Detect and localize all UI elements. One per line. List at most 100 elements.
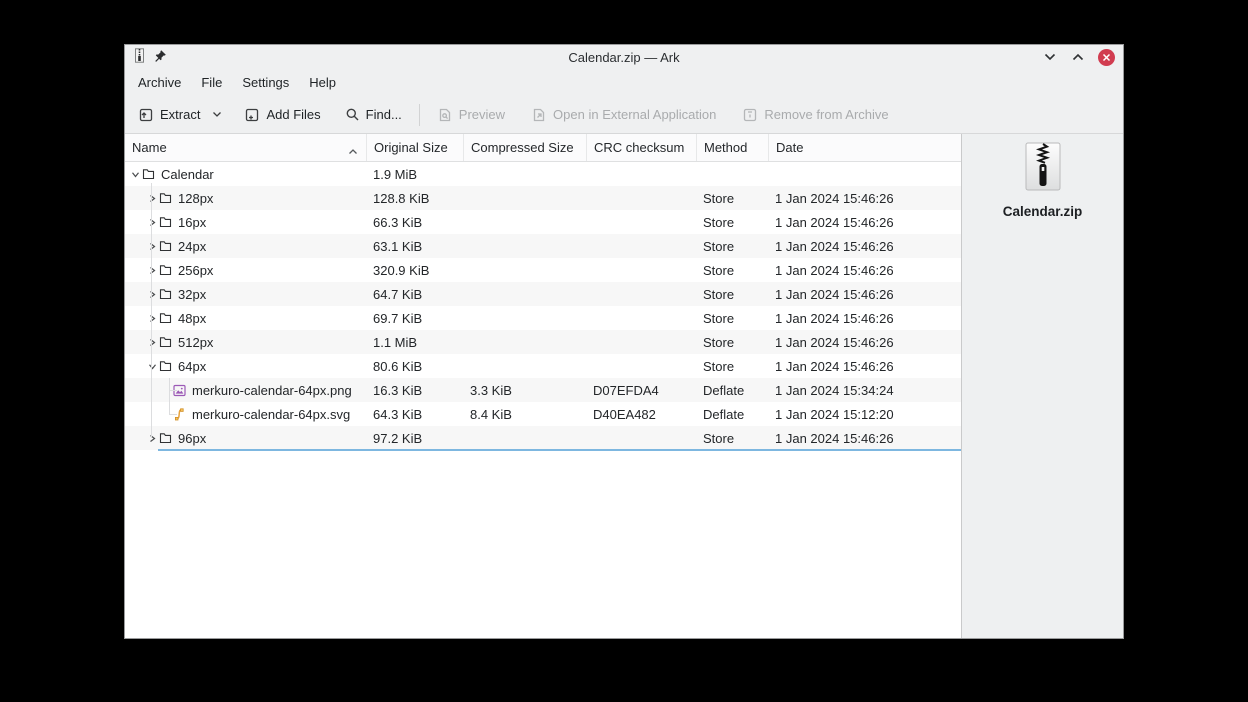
folder-icon	[159, 336, 172, 349]
collapse-chevron-icon[interactable]	[146, 360, 159, 373]
column-header-date[interactable]: Date	[768, 134, 961, 161]
menu-bar: Archive File Settings Help	[125, 69, 1123, 96]
extract-dropdown-chevron[interactable]	[212, 111, 222, 118]
folder-icon	[159, 216, 172, 229]
menu-item-archive[interactable]: Archive	[128, 72, 191, 93]
expand-chevron-icon[interactable]	[146, 240, 159, 253]
table-row[interactable]: Calendar 1.9 MiB	[125, 162, 961, 186]
cell-method: Deflate	[703, 382, 745, 398]
add-files-button[interactable]: Add Files	[237, 102, 327, 128]
menu-item-file[interactable]: File	[191, 72, 232, 93]
extract-icon	[138, 107, 154, 123]
cell-method: Store	[703, 334, 735, 350]
expand-chevron-icon[interactable]	[146, 192, 159, 205]
table-row[interactable]: 32px 64.7 KiB Store 1 Jan 2024 15:46:26	[125, 282, 961, 306]
cell-date: 1 Jan 2024 15:34:24	[775, 382, 894, 398]
table-row[interactable]: 24px 63.1 KiB Store 1 Jan 2024 15:46:26	[125, 234, 961, 258]
cell-method: Store	[703, 286, 735, 302]
table-row[interactable]: 96px 97.2 KiB Store 1 Jan 2024 15:46:26	[125, 426, 961, 451]
search-icon	[345, 107, 360, 122]
cell-date: 1 Jan 2024 15:46:26	[775, 430, 894, 446]
table-body: Calendar 1.9 MiB 128px 128.8 KiB Store 1 Jan …	[125, 162, 961, 451]
expand-chevron-icon[interactable]	[146, 336, 159, 349]
entry-name: 64px	[178, 358, 207, 374]
entry-name: 16px	[178, 214, 207, 230]
add-files-icon	[244, 107, 260, 123]
cell-original-size: 64.3 KiB	[373, 406, 423, 422]
find-button[interactable]: Find...	[338, 102, 409, 127]
toolbar: Extract Add Files Find... Preview Open i…	[125, 96, 1123, 133]
cell-crc-checksum: D40EA482	[593, 406, 656, 422]
name-cell: 64px	[125, 359, 366, 374]
cell-original-size: 320.9 KiB	[373, 262, 430, 278]
cell-method: Deflate	[703, 406, 745, 422]
entry-name: 32px	[178, 286, 207, 302]
sort-ascending-icon	[348, 143, 358, 158]
cell-date: 1 Jan 2024 15:12:20	[775, 406, 894, 422]
cell-method: Store	[703, 214, 735, 230]
table-header: Name Original Size Compressed Size CRC c…	[125, 134, 961, 162]
column-header-compressed-size[interactable]: Compressed Size	[463, 134, 586, 161]
name-cell: 48px	[125, 311, 366, 326]
expand-chevron-icon[interactable]	[146, 312, 159, 325]
zip-archive-icon	[1020, 142, 1066, 195]
table-row[interactable]: 16px 66.3 KiB Store 1 Jan 2024 15:46:26	[125, 210, 961, 234]
extract-button[interactable]: Extract	[131, 102, 229, 128]
cell-original-size: 66.3 KiB	[373, 214, 423, 230]
column-header-original-size[interactable]: Original Size	[366, 134, 463, 161]
cell-original-size: 16.3 KiB	[373, 382, 423, 398]
cell-method: Store	[703, 358, 735, 374]
cell-date: 1 Jan 2024 15:46:26	[775, 190, 894, 206]
cell-original-size: 69.7 KiB	[373, 310, 423, 326]
folder-icon	[159, 312, 172, 325]
menu-item-help[interactable]: Help	[299, 72, 346, 93]
tree-guide-root	[151, 183, 152, 438]
name-cell: 96px	[125, 431, 366, 446]
entry-name: 96px	[178, 430, 207, 446]
remove-from-archive-icon	[742, 107, 758, 123]
cell-original-size: 1.9 MiB	[373, 166, 418, 182]
ark-window: Calendar.zip — Ark Archive File Settings…	[124, 44, 1124, 639]
entry-name: 48px	[178, 310, 207, 326]
table-row[interactable]: merkuro-calendar-64px.png 16.3 KiB 3.3 KiB…	[125, 378, 961, 402]
open-external-button[interactable]: Open in External Application	[524, 102, 723, 128]
minimize-button[interactable]	[1042, 49, 1058, 65]
preview-icon	[437, 107, 453, 123]
column-header-method[interactable]: Method	[696, 134, 768, 161]
menu-item-settings[interactable]: Settings	[232, 72, 299, 93]
table-row[interactable]: 256px 320.9 KiB Store 1 Jan 2024 15:46:26	[125, 258, 961, 282]
name-cell: merkuro-calendar-64px.png	[125, 383, 366, 398]
maximize-button[interactable]	[1070, 49, 1086, 65]
expand-chevron-icon[interactable]	[146, 216, 159, 229]
name-cell: 512px	[125, 335, 366, 350]
cell-original-size: 128.8 KiB	[373, 190, 430, 206]
cell-method: Store	[703, 310, 735, 326]
entry-name: merkuro-calendar-64px.png	[192, 382, 352, 398]
table-row[interactable]: 64px 80.6 KiB Store 1 Jan 2024 15:46:26	[125, 354, 961, 378]
folder-icon	[159, 240, 172, 253]
folder-icon	[159, 192, 172, 205]
expand-chevron-icon[interactable]	[146, 288, 159, 301]
cell-date: 1 Jan 2024 15:46:26	[775, 310, 894, 326]
table-row[interactable]: 512px 1.1 MiB Store 1 Jan 2024 15:46:26	[125, 330, 961, 354]
table-row[interactable]: 48px 69.7 KiB Store 1 Jan 2024 15:46:26	[125, 306, 961, 330]
toolbar-separator	[418, 103, 420, 126]
cell-original-size: 1.1 MiB	[373, 334, 418, 350]
table-row[interactable]: merkuro-calendar-64px.svg 64.3 KiB 8.4 KiB…	[125, 402, 961, 426]
cell-date: 1 Jan 2024 15:46:26	[775, 214, 894, 230]
expand-chevron-icon[interactable]	[146, 264, 159, 277]
close-button[interactable]	[1098, 48, 1115, 66]
collapse-chevron-icon[interactable]	[129, 168, 142, 181]
folder-icon	[159, 360, 172, 373]
cell-compressed-size: 8.4 KiB	[470, 406, 512, 422]
expand-chevron-icon[interactable]	[146, 432, 159, 445]
name-cell: 16px	[125, 215, 366, 230]
remove-from-archive-button[interactable]: Remove from Archive	[735, 102, 895, 128]
title-bar[interactable]: Calendar.zip — Ark	[125, 45, 1123, 69]
column-header-name[interactable]: Name	[125, 134, 366, 161]
preview-button[interactable]: Preview	[430, 102, 512, 128]
cell-method: Store	[703, 238, 735, 254]
column-header-crc-checksum[interactable]: CRC checksum	[586, 134, 696, 161]
table-row[interactable]: 128px 128.8 KiB Store 1 Jan 2024 15:46:26	[125, 186, 961, 210]
name-cell: 24px	[125, 239, 366, 254]
